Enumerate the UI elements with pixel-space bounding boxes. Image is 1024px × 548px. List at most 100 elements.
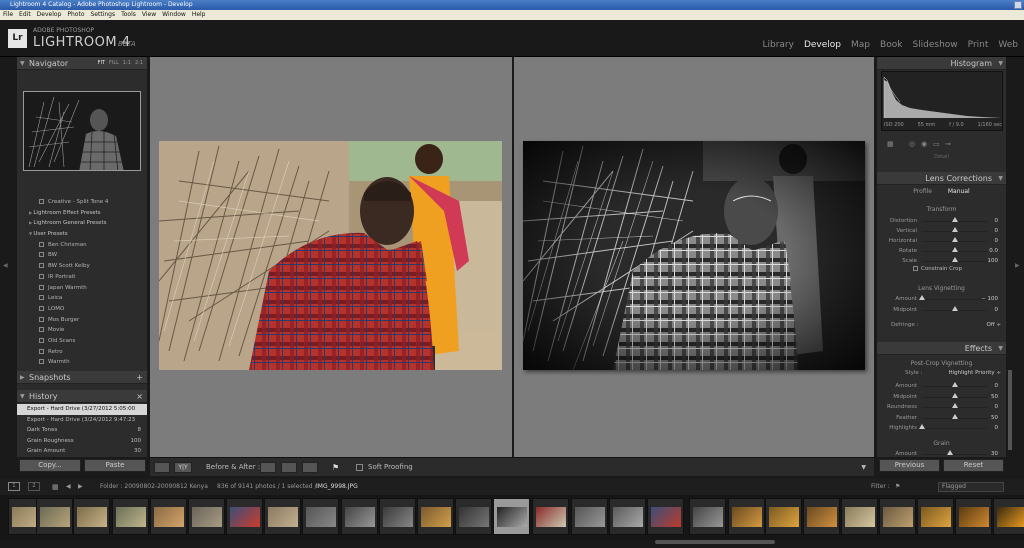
slider-row[interactable]: Highlights 0 bbox=[877, 423, 1006, 434]
lens-tab-manual[interactable]: Manual bbox=[948, 188, 970, 195]
filmstrip-thumbnail[interactable] bbox=[647, 498, 684, 535]
slider-track[interactable] bbox=[922, 428, 987, 429]
slider-value[interactable]: 50 bbox=[991, 392, 998, 402]
adjustment-brush-icon[interactable]: ⊸ bbox=[945, 140, 951, 148]
slider-knob[interactable] bbox=[951, 413, 958, 419]
slider-value[interactable]: 0 bbox=[995, 236, 999, 246]
preset-folder[interactable]: ▶ Lightroom General Presets bbox=[17, 218, 147, 229]
slider-value[interactable]: 0 bbox=[995, 216, 999, 226]
filmstrip-thumbnail[interactable] bbox=[36, 498, 73, 535]
zoom-option[interactable]: FIT bbox=[98, 60, 105, 66]
histogram-header[interactable]: Histogram ▼ bbox=[877, 57, 1006, 70]
preset-folder[interactable]: ▼ User Presets bbox=[17, 229, 147, 240]
filmstrip-thumbnail[interactable] bbox=[955, 498, 992, 535]
filmstrip-thumbnail[interactable] bbox=[689, 498, 726, 535]
constrain-crop-row[interactable]: Constrain Crop bbox=[913, 266, 962, 272]
filmstrip-thumbnail[interactable] bbox=[993, 498, 1024, 535]
slider-row[interactable]: Rotate 0.0 bbox=[877, 246, 1006, 256]
red-eye-icon[interactable]: ◉ bbox=[921, 140, 927, 148]
left-panel-toggle-icon[interactable]: ◀ bbox=[3, 262, 8, 269]
reset-button[interactable]: Reset bbox=[943, 459, 1004, 472]
menu-photo[interactable]: Photo bbox=[64, 10, 87, 20]
filmstrip-thumbnail[interactable] bbox=[879, 498, 916, 535]
slider-knob[interactable] bbox=[919, 424, 925, 429]
slider-value[interactable]: 0 bbox=[995, 305, 999, 315]
grain-amount-knob[interactable] bbox=[947, 450, 953, 455]
menu-help[interactable]: Help bbox=[189, 10, 209, 20]
module-book[interactable]: Book bbox=[880, 40, 902, 50]
slider-value[interactable]: 0.0 bbox=[989, 246, 998, 256]
filmstrip-thumbnail[interactable] bbox=[571, 498, 608, 535]
page-2-button[interactable]: 2 bbox=[28, 482, 40, 491]
copy-settings-button[interactable]: Copy... bbox=[19, 459, 81, 472]
filmstrip-thumbnail[interactable] bbox=[341, 498, 378, 535]
zoom-option[interactable]: FILL bbox=[109, 60, 119, 66]
filmstrip-thumbnail[interactable] bbox=[765, 498, 802, 535]
module-print[interactable]: Print bbox=[968, 40, 989, 50]
slider-knob[interactable] bbox=[951, 382, 958, 387]
filmstrip-thumbnail[interactable] bbox=[803, 498, 840, 535]
filmstrip-thumbnail[interactable] bbox=[532, 498, 569, 535]
menu-window[interactable]: Window bbox=[159, 10, 189, 20]
slider-row[interactable]: Midpoint 0 bbox=[877, 305, 1006, 316]
right-panel-toggle-icon[interactable]: ▶ bbox=[1015, 262, 1020, 269]
slider-knob[interactable] bbox=[951, 306, 958, 311]
filmstrip-thumbnail[interactable] bbox=[226, 498, 263, 535]
history-item[interactable]: Export - Hard Drive (3/27/2012 5:05:00 .… bbox=[17, 404, 147, 423]
grain-amount-row[interactable]: Amount 30 bbox=[877, 449, 1006, 457]
slider-row[interactable]: Scale 100 bbox=[877, 256, 1006, 266]
before-after-view-button[interactable]: Y|Y bbox=[174, 462, 192, 473]
filmstrip-thumbnail[interactable] bbox=[493, 498, 530, 535]
constrain-crop-checkbox[interactable] bbox=[913, 266, 918, 271]
history-header[interactable]: ▼ History × bbox=[17, 390, 147, 403]
filmstrip-thumbnail[interactable] bbox=[264, 498, 301, 535]
current-file[interactable]: IMG_9998.JPG bbox=[316, 479, 358, 495]
filmstrip-thumbnail[interactable] bbox=[73, 498, 110, 535]
history-item[interactable]: Grain Amount 30 bbox=[17, 446, 147, 457]
slider-value[interactable]: 0 bbox=[995, 226, 999, 236]
menu-settings[interactable]: Settings bbox=[88, 10, 119, 20]
slider-knob[interactable] bbox=[919, 295, 925, 300]
slider-knob[interactable] bbox=[951, 237, 958, 242]
slider-track[interactable] bbox=[922, 299, 987, 300]
filmstrip-thumbnail[interactable] bbox=[455, 498, 492, 535]
slider-row[interactable]: Amount 0 bbox=[877, 381, 1006, 392]
right-panel-scrollbar[interactable] bbox=[1008, 370, 1012, 450]
module-slideshow[interactable]: Slideshow bbox=[912, 40, 957, 50]
slider-row[interactable]: Amount − 100 bbox=[877, 294, 1006, 305]
slider-row[interactable]: Feather 50 bbox=[877, 413, 1006, 424]
defringe-select[interactable]: Off ÷ bbox=[987, 322, 1001, 328]
slider-value[interactable]: 100 bbox=[988, 256, 999, 266]
menu-tools[interactable]: Tools bbox=[118, 10, 139, 20]
filmstrip-thumbnail[interactable] bbox=[112, 498, 149, 535]
filmstrip-thumbnail[interactable] bbox=[302, 498, 339, 535]
slider-knob[interactable] bbox=[951, 257, 958, 262]
module-web[interactable]: Web bbox=[998, 40, 1018, 50]
zoom-option[interactable]: 2:1 bbox=[135, 60, 143, 66]
slider-row[interactable]: Distortion 0 bbox=[877, 216, 1006, 226]
preset-item[interactable]: BW bbox=[17, 250, 147, 261]
filter-select[interactable]: Flagged bbox=[938, 482, 1004, 492]
navigator-preview[interactable] bbox=[23, 91, 141, 171]
after-photo[interactable] bbox=[523, 141, 865, 370]
close-window-button[interactable] bbox=[1014, 1, 1022, 9]
preset-item[interactable]: BW Scott Kelby bbox=[17, 261, 147, 272]
preset-item[interactable]: Ben Chrisman bbox=[17, 240, 147, 251]
before-photo[interactable] bbox=[159, 141, 502, 370]
lens-corrections-header[interactable]: Lens Corrections ▼ bbox=[877, 172, 1006, 185]
slider-row[interactable]: Roundness 0 bbox=[877, 402, 1006, 413]
module-develop[interactable]: Develop bbox=[804, 40, 841, 50]
preset-item[interactable]: Creative - Split Tone 4 bbox=[17, 197, 147, 208]
soft-proofing-checkbox[interactable] bbox=[356, 464, 363, 471]
add-snapshot-button[interactable]: + bbox=[136, 371, 143, 384]
slider-row[interactable]: Vertical 0 bbox=[877, 226, 1006, 236]
swap-before-after-button[interactable] bbox=[302, 462, 318, 473]
spot-removal-icon[interactable]: ◎ bbox=[909, 140, 915, 148]
preset-item[interactable]: Movie bbox=[17, 325, 147, 336]
slider-value[interactable]: 50 bbox=[991, 413, 998, 423]
snapshots-header[interactable]: ▶ Snapshots + bbox=[17, 371, 147, 384]
slider-row[interactable]: Midpoint 50 bbox=[877, 392, 1006, 403]
crop-tool-icon[interactable]: ▦ bbox=[887, 140, 894, 148]
history-item[interactable]: Dark Tones 8 bbox=[17, 425, 147, 436]
previous-button[interactable]: Previous bbox=[879, 459, 940, 472]
